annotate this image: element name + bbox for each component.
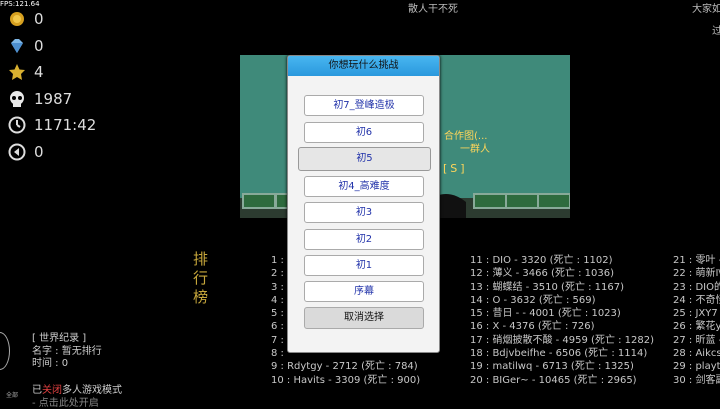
cancel-button[interactable]: 取消选择	[304, 307, 424, 329]
leaderboard-row: 20 : BIGer~ - 10465 (死亡 : 2965)	[470, 374, 637, 386]
challenge-option-1[interactable]: 初1	[304, 255, 424, 276]
leaderboard-row: 9 : Rdytgy - 2712 (死亡 : 784)	[271, 361, 418, 373]
diamond-count: 0	[34, 36, 44, 55]
star-stat: 4	[6, 59, 96, 86]
challenge-option-prologue[interactable]: 序幕	[304, 281, 424, 302]
leaderboard-row: 14 : O - 3632 (死亡 : 569)	[470, 294, 596, 306]
multiplayer-toggle-link[interactable]: - 点击此处开启	[32, 394, 99, 409]
scene-text-2: 一群人	[460, 144, 490, 155]
leaderboard-row: 12 : 薄义 - 3466 (死亡 : 1036)	[470, 268, 615, 280]
challenge-option-6[interactable]: 初6	[304, 122, 424, 143]
leaderboard-row: 24 : 不奇怪	[673, 294, 720, 306]
challenge-option-4[interactable]: 初4_高难度	[304, 176, 424, 197]
world-record-time: 时间 : 0	[32, 358, 69, 369]
play-time: 1171:42	[34, 116, 97, 135]
leaderboard-row: 26 : 繁花y	[673, 321, 720, 333]
leaderboard-row: 21 : 零叶 -	[673, 255, 720, 266]
leaderboard-row: 16 : X - 4376 (死亡 : 726)	[470, 321, 595, 333]
top-right-text-2: 过	[712, 26, 720, 37]
leaderboard-row: 10 : Havits - 3309 (死亡 : 900)	[271, 374, 421, 386]
world-record-title: [ 世界纪录 ]	[32, 333, 87, 344]
leaderboard-column-3: 21 : 零叶 - 22 : 萌新I\ 23 : DIO的 24 : 不奇怪 2…	[673, 254, 720, 387]
avatar[interactable]	[0, 332, 10, 370]
avatar-label: 全部	[6, 392, 19, 399]
server-title: 散人干不死	[408, 4, 458, 15]
leaderboard-row: 23 : DIO的	[673, 281, 720, 293]
world-record: [ 世界纪录 ] 名字 : 暂无排行 时间 : 0	[32, 333, 102, 371]
leaderboard-column-2: 11 : DIO - 3320 (死亡 : 1102) 12 : 薄义 - 34…	[470, 254, 654, 387]
leaderboard-row: 13 : 蝴蝶结 - 3510 (死亡 : 1167)	[470, 281, 625, 293]
coin-icon	[6, 9, 28, 29]
clock-icon	[6, 115, 28, 135]
diamond-stat: 0	[6, 33, 96, 60]
star-icon	[6, 62, 28, 82]
star-count: 4	[34, 63, 44, 82]
diamond-icon	[6, 36, 28, 56]
leaderboard-row: 19 : matilwq - 6713 (死亡 : 1325)	[470, 361, 634, 373]
challenge-option-7[interactable]: 初7_登峰造极	[304, 95, 424, 116]
challenge-dialog: 你想玩什么挑战 初7_登峰造极 初6 初5 初4_高难度 初3 初2 初1 序幕…	[287, 55, 440, 353]
death-count: 1987	[34, 89, 73, 108]
leaderboard-row: 27 : 昕蓝 -	[673, 334, 720, 346]
coin-stat: 0	[6, 6, 96, 33]
top-right-text: 大家如	[692, 4, 720, 15]
leaderboard-title: 排行榜	[193, 250, 209, 306]
coin-count: 0	[34, 10, 44, 29]
challenge-option-2[interactable]: 初2	[304, 229, 424, 250]
leaderboard-row: 15 : 昔日 - - 4001 (死亡 : 1023)	[470, 308, 621, 320]
dialog-title: 你想玩什么挑战	[288, 56, 439, 76]
stats-panel: 0 0 4 1987 1171:42 0	[6, 6, 96, 165]
leaderboard-row: 11 : DIO - 3320 (死亡 : 1102)	[470, 255, 613, 266]
level-count: 0	[34, 142, 44, 161]
leaderboard-row: 30 : 剑客副	[673, 374, 720, 386]
leaderboard-row: 17 : 硝烟披散不酸 - 4959 (死亡 : 1282)	[470, 334, 655, 346]
world-record-name: 名字 : 暂无排行	[32, 345, 102, 357]
level-sign	[242, 193, 276, 209]
leaderboard-row: 22 : 萌新I\	[673, 268, 720, 280]
level-stat: 0	[6, 139, 96, 166]
leaderboard-row: 18 : Bdjvbeifhe - 6506 (死亡 : 1114)	[470, 348, 648, 360]
challenge-option-5[interactable]: 初5	[298, 147, 431, 171]
leaderboard-row: 25 : JXY7	[673, 308, 718, 320]
death-stat: 1987	[6, 86, 96, 113]
leaderboard-row: 28 : Aikcs	[673, 348, 720, 360]
leaderboard-row: 29 : playtc	[673, 361, 720, 373]
time-stat: 1171:42	[6, 112, 96, 139]
scene-key-hint: [S]	[443, 162, 468, 175]
level-icon	[6, 142, 28, 162]
level-sign	[473, 193, 507, 209]
skull-icon	[6, 89, 28, 109]
level-sign	[505, 193, 539, 209]
challenge-option-3[interactable]: 初3	[304, 202, 424, 223]
level-sign	[537, 193, 570, 209]
